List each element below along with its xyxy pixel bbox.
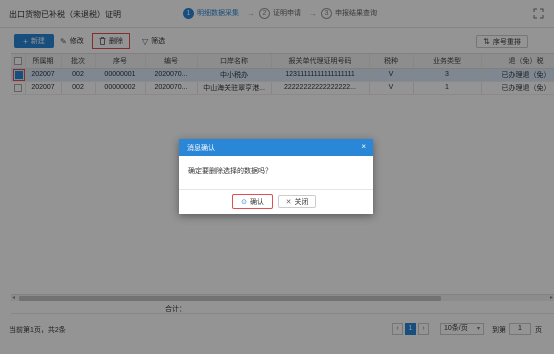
dialog-header: 消息确认 × (179, 139, 373, 156)
confirm-button[interactable]: ⊙ 确认 (232, 194, 273, 209)
confirm-dialog: 消息确认 × 确定要删除选择的数据吗？ ⊙ 确认 ✕ 关闭 (179, 139, 373, 214)
confirm-button-label: 确认 (249, 198, 264, 206)
close-button-label: 关闭 (294, 198, 309, 206)
close-button[interactable]: ✕ 关闭 (278, 195, 316, 208)
dialog-message: 确定要删除选择的数据吗？ (188, 168, 272, 175)
check-circle-icon: ⊙ (241, 198, 247, 206)
dialog-title: 消息确认 (187, 145, 215, 152)
app-window: 出口货物已补税（未退税）证明 1 明细数据采集 → 2 证明申请 → 3 申报结… (0, 0, 554, 354)
close-icon: ✕ (285, 198, 292, 206)
close-icon[interactable]: × (361, 142, 366, 152)
divider (179, 189, 373, 190)
